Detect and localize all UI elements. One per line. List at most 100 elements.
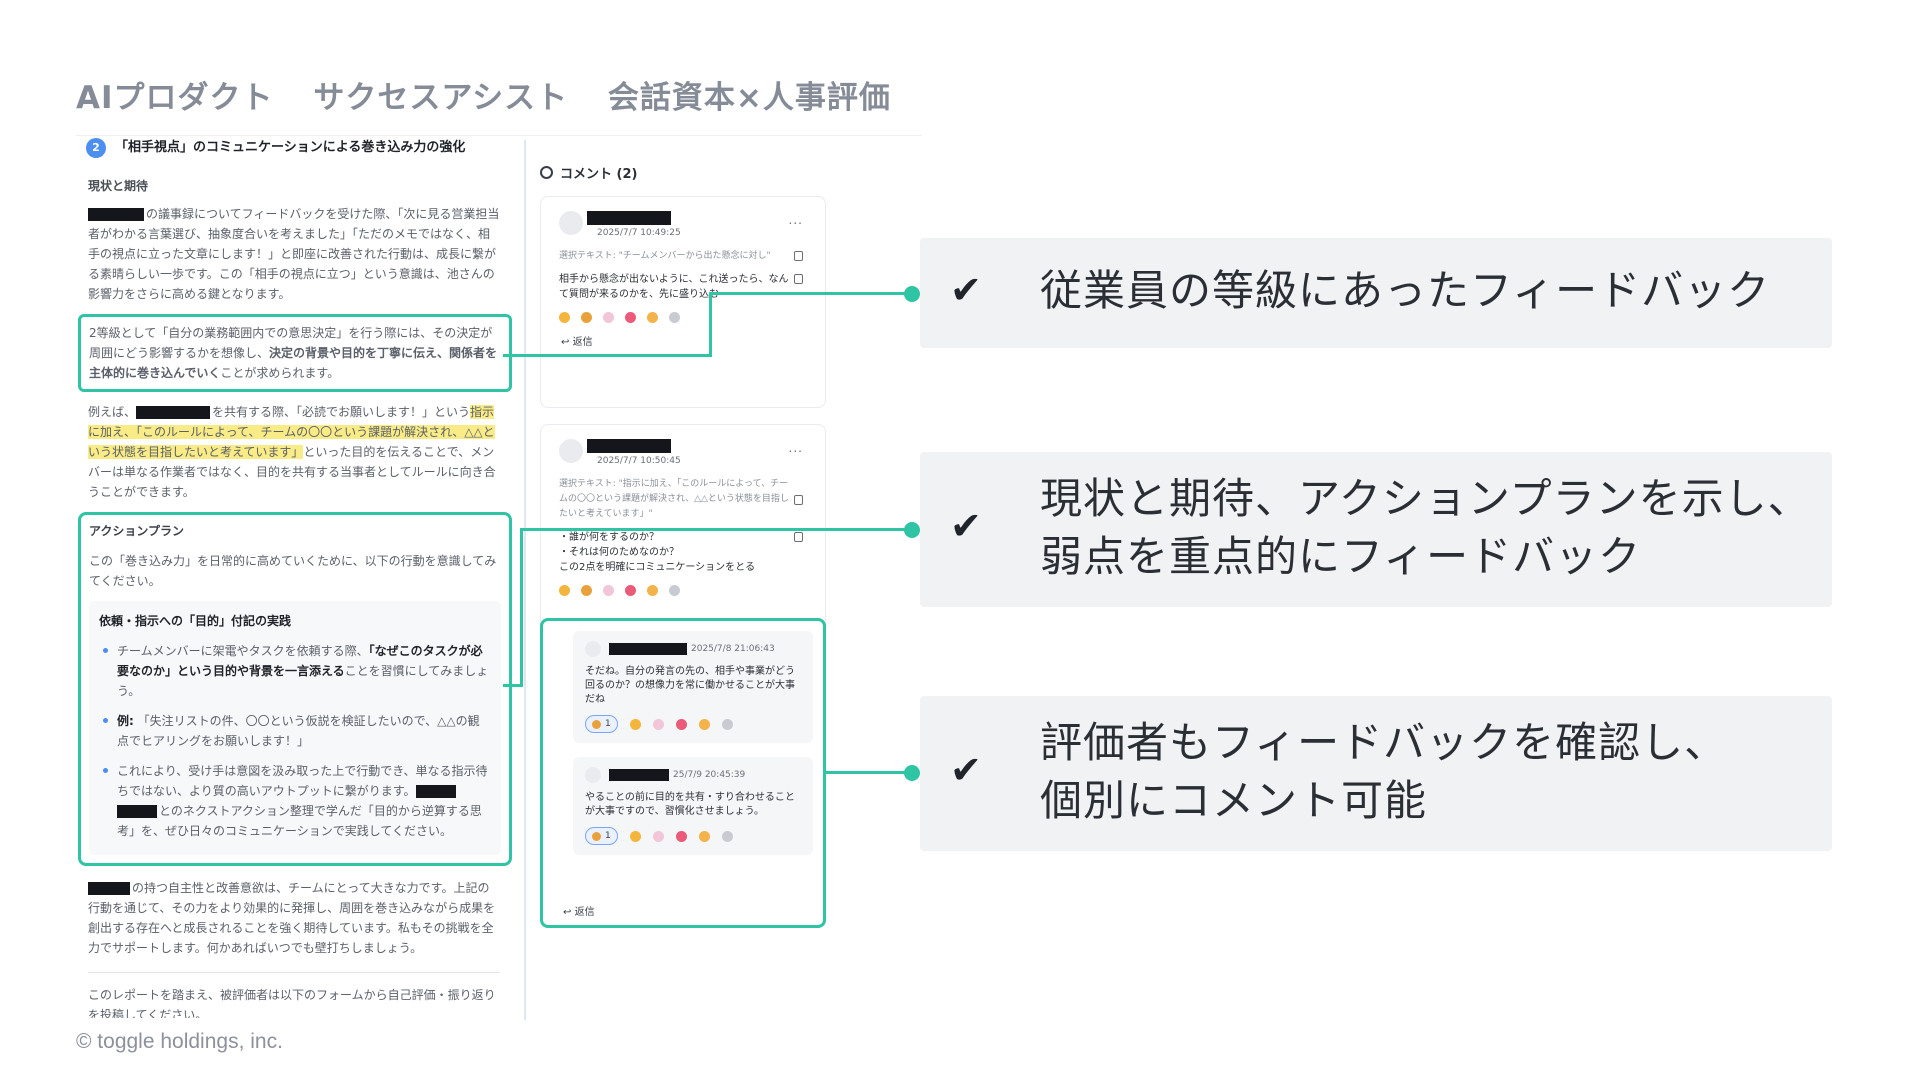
party-reaction-icon[interactable] xyxy=(652,718,664,730)
redaction-block xyxy=(88,882,130,895)
reply-button[interactable]: ↩ 返信 xyxy=(543,891,613,928)
eyes-reaction-icon[interactable] xyxy=(669,312,680,323)
comment-body: 相手から懸念が出ないように、これ送ったら、なんて質問が来るのかを、先に盛り込む xyxy=(541,272,825,302)
avatar xyxy=(559,439,583,463)
laugh-reaction-icon[interactable] xyxy=(647,585,658,596)
feature-text: 個別にコメント可能 xyxy=(1040,776,1428,825)
action-plan-box: アクションプラン この「巻き込み力」を日常的に高めていくために、以下の行動を意識… xyxy=(78,512,512,866)
avatar xyxy=(585,767,601,783)
comment-body: ・誰が何をするのか？ ・それは何のためなのか？ この2点を明確にコミュニケーショ… xyxy=(541,530,825,575)
avatar xyxy=(559,211,583,235)
practice-bullet: チームメンバーに架電やタスクを依頼する際、「なぜこのタスクが必要なのか」という目… xyxy=(99,641,491,701)
clap-reaction-icon xyxy=(592,831,601,841)
laugh-reaction-icon[interactable] xyxy=(698,830,710,842)
title-part-assist: サクセスアシスト xyxy=(313,80,569,116)
copy-icon[interactable] xyxy=(794,495,803,505)
feature-text: 評価者もフィードバックを確認し、 xyxy=(1040,718,1728,767)
thumbs-up-reaction-icon[interactable] xyxy=(559,585,570,596)
action-plan-intro: この「巻き込み力」を日常的に高めていくために、以下の行動を意識してみてください。 xyxy=(89,554,497,588)
thumbs-up-reaction-icon[interactable] xyxy=(559,312,570,323)
redaction-block xyxy=(88,208,144,221)
title-part-topic: 会話資本×人事評価 xyxy=(607,80,891,116)
reaction-bar: 1 xyxy=(585,715,801,733)
feature-text: 弱点を重点的にフィードバック xyxy=(1040,532,1642,581)
feature-box: ✔ 評価者もフィードバックを確認し、 個別にコメント可能 xyxy=(920,696,1832,851)
heart-reaction-icon[interactable] xyxy=(625,585,636,596)
form-instruction: このレポートを踏まえ、被評価者は以下のフォームから自己評価・振り返りを投稿してく… xyxy=(88,988,496,1018)
clap-reaction-icon[interactable] xyxy=(581,585,592,596)
party-reaction-icon[interactable] xyxy=(603,312,614,323)
status-paragraph: の議事録についてフィードバックを受けた際、「次に見る営業担当者がわかる言葉選び、… xyxy=(88,207,500,301)
copy-icon[interactable] xyxy=(794,251,803,261)
redaction-block xyxy=(415,785,456,798)
reply-thread[interactable]: 2025/7/8 21:06:43 そだね。自分の発言の先の、相手や事業がどう回… xyxy=(540,618,826,928)
reply-arrow-icon: ↩ xyxy=(563,907,572,918)
more-options-icon[interactable]: ... xyxy=(789,213,803,228)
reply-timestamp: 2025/7/8 21:06:43 xyxy=(691,644,775,654)
closing-paragraph: の持つ自主性と改善意欲は、チームにとって大きな力です。上記の行動を通じて、その力… xyxy=(88,881,496,955)
action-plan-heading: アクションプラン xyxy=(89,524,185,538)
reaction-count-pill[interactable]: 1 xyxy=(585,827,618,845)
heart-reaction-icon[interactable] xyxy=(675,830,687,842)
comments-header: コメント (2) xyxy=(540,163,637,182)
comment-bubble-icon xyxy=(540,166,553,179)
feature-box: ✔ 現状と期待、アクションプランを示し、 弱点を重点的にフィードバック xyxy=(920,452,1832,607)
check-icon: ✔ xyxy=(950,748,982,792)
eyes-reaction-icon[interactable] xyxy=(721,718,733,730)
eyes-reaction-icon[interactable] xyxy=(669,585,680,596)
comment-timestamp: 2025/7/7 10:49:25 xyxy=(597,228,681,238)
panel-divider xyxy=(524,140,526,1020)
party-reaction-icon[interactable] xyxy=(603,585,614,596)
redacted-author-name xyxy=(587,439,671,453)
example-paragraph: 例えば、 を共有する際、「必読でお願いします！」という指示に加え、「このルールによ… xyxy=(88,405,496,499)
practice-bullet: これにより、受け手は意図を汲み取った上で行動でき、単なる指示待ちではない、より質… xyxy=(99,761,491,841)
practice-card: 依頼・指示への「目的」付記の実践 チームメンバーに架電やタスクを依頼する際、「な… xyxy=(89,601,501,855)
section-number-badge: 2 xyxy=(86,138,106,158)
more-options-icon[interactable]: ... xyxy=(789,441,803,456)
redacted-author-name xyxy=(609,643,687,655)
copy-icon[interactable] xyxy=(794,532,803,542)
title-part-product: AIプロダクト xyxy=(76,80,274,116)
selected-text-quote: 選択テキスト: "指示に加え、「このルールによって、チームの〇〇という課題が解決… xyxy=(541,477,825,522)
comment-timestamp: 2025/7/7 10:50:45 xyxy=(597,456,681,466)
thread-reply[interactable]: 2025/7/8 21:06:43 そだね。自分の発言の先の、相手や事業がどう回… xyxy=(573,631,813,743)
reaction-count-pill[interactable]: 1 xyxy=(585,715,618,733)
section-heading: 2 「相手視点」のコミュニケーションによる巻き込み力の強化 xyxy=(86,138,512,158)
heart-reaction-icon[interactable] xyxy=(675,718,687,730)
grade-expectation-box: 2等級として「自分の業務範囲内での意思決定」を行う際には、その決定が周囲にどう影… xyxy=(78,314,512,392)
avatar xyxy=(585,641,601,657)
connector-line xyxy=(520,528,910,531)
copyright-footer: © toggle holdings, inc. xyxy=(76,1030,283,1053)
connector-dot xyxy=(904,522,920,538)
reply-body: やることの前に目的を共有・すり合わせることが大事ですので、習慣化させましょう。 xyxy=(585,792,795,817)
section-title: 「相手視点」のコミュニケーションによる巻き込み力の強化 xyxy=(115,140,466,155)
laugh-reaction-icon[interactable] xyxy=(698,718,710,730)
practice-title: 依頼・指示への「目的」付記の実践 xyxy=(99,614,292,628)
reaction-bar: 1 xyxy=(585,827,801,845)
feedback-document[interactable]: 2 「相手視点」のコミュニケーションによる巻き込み力の強化 現状と期待 の議事録… xyxy=(76,130,512,1018)
reply-timestamp: 25/7/9 20:45:39 xyxy=(673,770,746,780)
party-reaction-icon[interactable] xyxy=(652,830,664,842)
connector-line xyxy=(826,771,910,774)
redacted-author-name xyxy=(587,211,671,225)
slide-title: AIプロダクト サクセスアシスト 会話資本×人事評価 xyxy=(76,72,919,117)
clap-reaction-icon xyxy=(592,719,601,729)
thread-reply[interactable]: 25/7/9 20:45:39 やることの前に目的を共有・すり合わせることが大事… xyxy=(573,757,813,855)
feature-text: 現状と期待、アクションプランを示し、 xyxy=(1040,474,1811,523)
comment-card[interactable]: 2025/7/7 10:49:25 ... 選択テキスト: "チームメンバーから… xyxy=(540,196,826,408)
reaction-bar xyxy=(541,575,825,596)
reaction-bar xyxy=(541,302,825,323)
thumbs-up-reaction-icon[interactable] xyxy=(629,718,641,730)
reply-arrow-icon: ↩ xyxy=(561,337,570,348)
eyes-reaction-icon[interactable] xyxy=(721,830,733,842)
feature-text: 従業員の等級にあったフィードバック xyxy=(1040,266,1771,315)
thumbs-up-reaction-icon[interactable] xyxy=(629,830,641,842)
feature-box: ✔ 従業員の等級にあったフィードバック xyxy=(920,238,1832,348)
clap-reaction-icon[interactable] xyxy=(581,312,592,323)
connector-line xyxy=(709,292,712,357)
reply-body: そだね。自分の発言の先の、相手や事業がどう回るのか？の想像力を常に働かせることが… xyxy=(585,666,795,705)
laugh-reaction-icon[interactable] xyxy=(647,312,658,323)
heart-reaction-icon[interactable] xyxy=(625,312,636,323)
document-divider xyxy=(88,972,500,973)
copy-icon[interactable] xyxy=(794,274,803,284)
